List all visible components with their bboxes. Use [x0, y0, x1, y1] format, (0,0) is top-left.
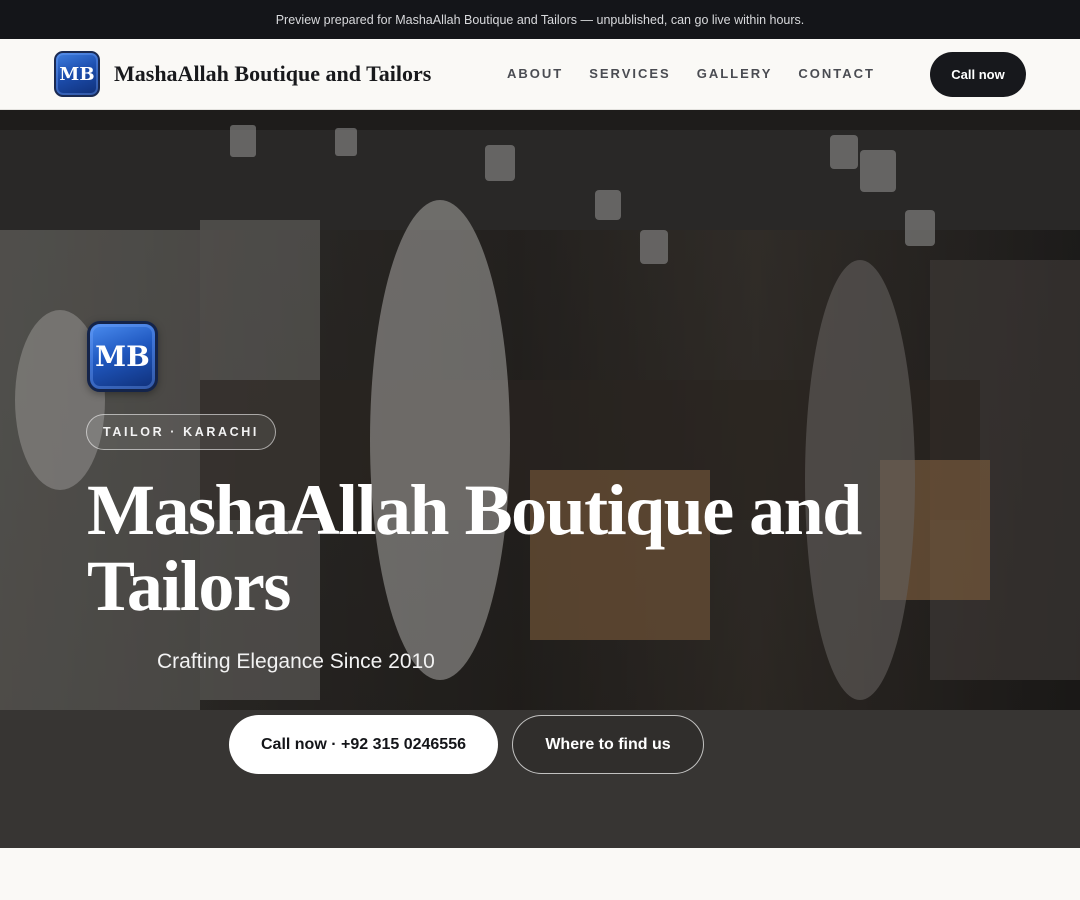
hero-section: MB TAILOR · KARACHI MashaAllah Boutique … — [0, 110, 1080, 848]
nav-link-services[interactable]: SERVICES — [589, 66, 671, 81]
nav-link-gallery[interactable]: GALLERY — [697, 66, 773, 81]
preview-banner-text: Preview prepared for MashaAllah Boutique… — [275, 12, 805, 27]
call-phone-button[interactable]: Call now · +92 315 0246556 — [229, 715, 498, 774]
logo-initials: MB — [59, 63, 95, 85]
main-nav: ABOUT SERVICES GALLERY CONTACT — [507, 66, 901, 81]
nav-link-about[interactable]: ABOUT — [507, 66, 563, 81]
logo-icon[interactable]: MB — [54, 51, 100, 97]
hero-logo-icon: MB — [87, 321, 158, 392]
preview-banner: Preview prepared for MashaAllah Boutique… — [0, 0, 1080, 39]
hero-logo-initials: MB — [95, 340, 150, 373]
brand-name[interactable]: MashaAllah Boutique and Tailors — [114, 61, 431, 87]
where-to-find-us-button[interactable]: Where to find us — [512, 715, 704, 774]
call-now-button[interactable]: Call now — [930, 52, 1026, 97]
hero-title: MashaAllah Boutique and Tailors — [87, 470, 862, 626]
hero-category-tag: TAILOR · KARACHI — [86, 414, 276, 450]
hero-subtitle: Crafting Elegance Since 2010 — [157, 650, 435, 673]
nav-link-contact[interactable]: CONTACT — [798, 66, 875, 81]
site-header: MB MashaAllah Boutique and Tailors ABOUT… — [0, 39, 1080, 110]
